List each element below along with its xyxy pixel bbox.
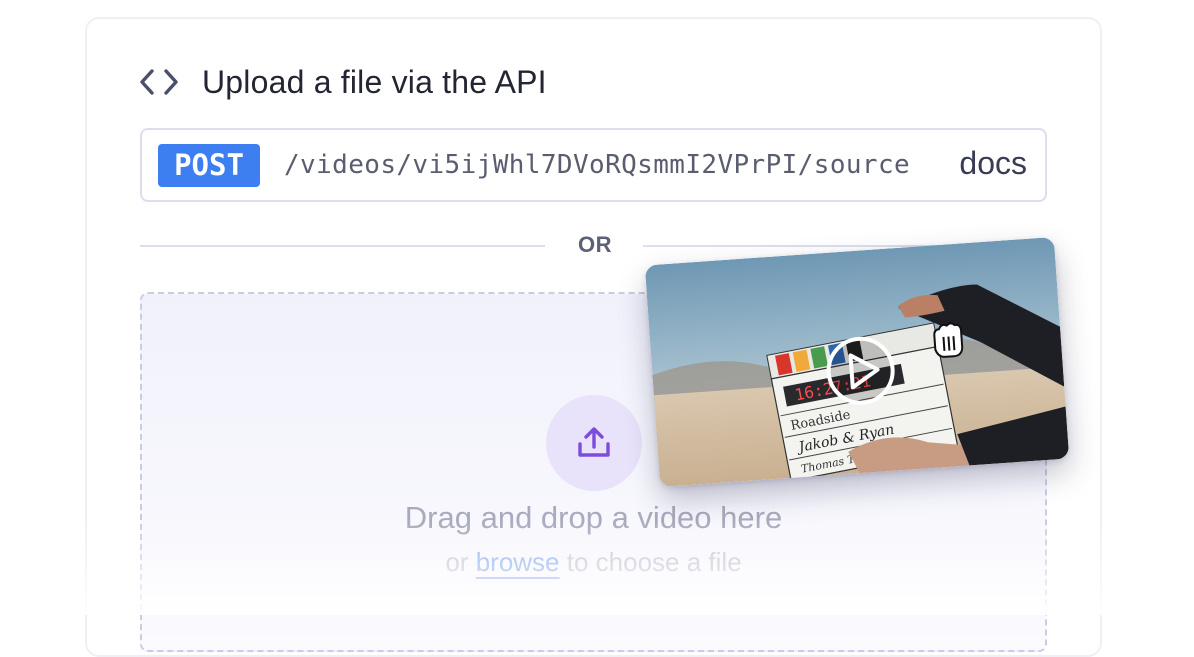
play-icon[interactable] bbox=[826, 336, 895, 405]
card-header: Upload a file via the API bbox=[140, 62, 547, 102]
http-method-badge: POST bbox=[158, 143, 260, 187]
video-thumbnail-preview[interactable]: 16:27:21 Roadside Jakob & Ryan Thomas Ta… bbox=[644, 236, 1070, 488]
subtext-prefix: or bbox=[445, 547, 469, 577]
docs-link[interactable]: docs bbox=[959, 145, 1027, 182]
dropzone-subtext: or browse to choose a file bbox=[140, 547, 1047, 578]
or-separator: OR bbox=[578, 232, 612, 257]
dropzone-headline: Drag and drop a video here bbox=[404, 500, 783, 535]
browse-link[interactable]: browse bbox=[476, 547, 560, 577]
api-endpoint-field[interactable]: POST /videos/vi5ijWhl7DVoRQsmmI2VPrPI/so… bbox=[140, 128, 1047, 202]
subtext-suffix: to choose a file bbox=[566, 547, 742, 577]
code-brackets-icon bbox=[140, 69, 178, 95]
card-title: Upload a file via the API bbox=[202, 63, 547, 100]
upload-icon bbox=[578, 427, 610, 457]
upload-button[interactable] bbox=[546, 395, 642, 491]
video-frame: 16:27:21 Roadside Jakob & Ryan Thomas Ta… bbox=[644, 236, 1070, 488]
divider-left bbox=[140, 245, 545, 247]
endpoint-path[interactable]: /videos/vi5ijWhl7DVoRQsmmI2VPrPI/source bbox=[284, 150, 910, 180]
